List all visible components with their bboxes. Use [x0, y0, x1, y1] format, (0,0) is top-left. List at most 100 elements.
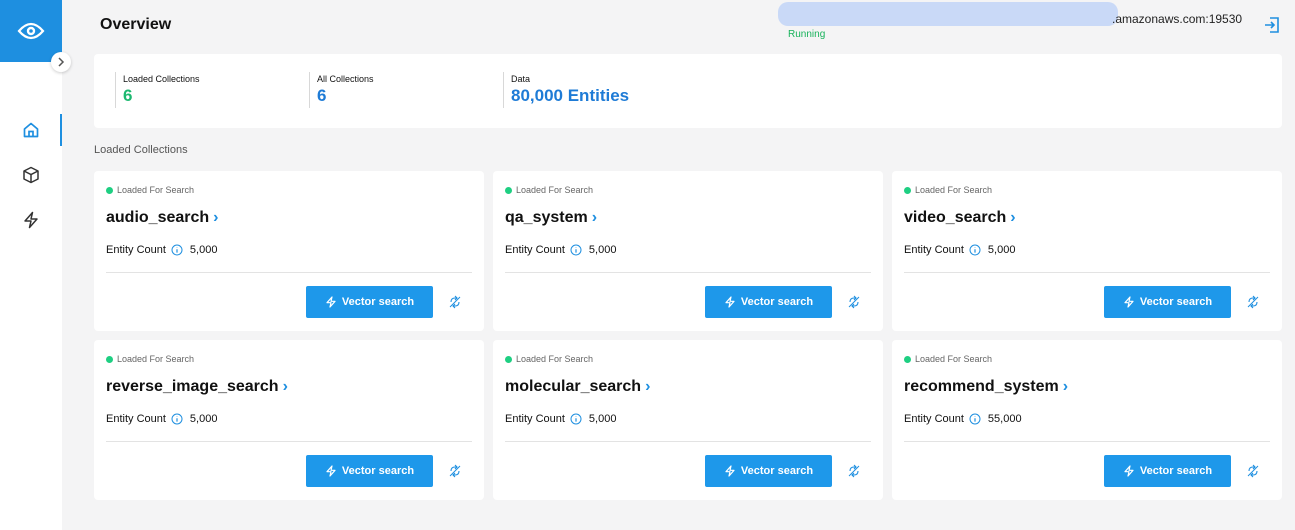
- status-dot: [505, 355, 512, 363]
- page-title: Overview: [100, 16, 172, 33]
- logo[interactable]: [0, 0, 62, 62]
- lightning-icon: [725, 465, 735, 477]
- info-icon[interactable]: [171, 413, 183, 425]
- collection-card: Loaded For Search video_search › Entity C…: [892, 171, 1282, 331]
- logout-icon: [1265, 17, 1279, 33]
- release-icon[interactable]: [847, 464, 861, 478]
- lightning-icon: [326, 465, 336, 477]
- collection-status: Loaded For Search: [904, 185, 992, 195]
- collection-status: Loaded For Search: [106, 354, 194, 364]
- lightning-icon: [326, 296, 336, 308]
- sidebar-item-collections[interactable]: [0, 159, 62, 191]
- chevron-right-icon: ›: [591, 209, 598, 226]
- sidebar-item-overview[interactable]: [0, 114, 62, 146]
- release-icon[interactable]: [1246, 295, 1260, 309]
- entity-count-value: 5,000: [189, 413, 218, 425]
- collection-card: Loaded For Search recommend_system › Enti…: [892, 340, 1282, 500]
- stat-data: Data 80,000 Entities: [503, 72, 629, 108]
- divider: [904, 272, 1270, 273]
- entity-count-label: Entity Count: [904, 413, 964, 425]
- chevron-right-icon: ›: [282, 378, 288, 395]
- sidebar-item-search[interactable]: [0, 204, 62, 236]
- stat-value: 80,000 Entities: [511, 86, 630, 105]
- release-icon[interactable]: [1246, 464, 1260, 478]
- status-label: Loaded For Search: [117, 354, 195, 364]
- status-label: Loaded For Search: [915, 354, 993, 364]
- info-icon[interactable]: [171, 244, 183, 256]
- entity-count-row: Entity Count 5,000: [106, 413, 217, 425]
- release-icon[interactable]: [448, 295, 462, 309]
- entity-count-label: Entity Count: [505, 413, 565, 425]
- collection-name: audio_search: [106, 209, 210, 226]
- section-label: Loaded Collections: [94, 144, 188, 156]
- release-icon[interactable]: [847, 295, 861, 309]
- vector-search-button[interactable]: Vector search: [1104, 455, 1231, 487]
- entity-count-label: Entity Count: [106, 244, 166, 256]
- entity-count-value: 5,000: [588, 244, 617, 256]
- overview-stats-card: Loaded Collections 6 All Collections 6 D…: [94, 54, 1282, 128]
- status-label: Loaded For Search: [516, 185, 594, 195]
- status-label: Loaded For Search: [915, 185, 993, 195]
- vector-search-button[interactable]: Vector search: [705, 455, 832, 487]
- status-label: Loaded For Search: [516, 354, 594, 364]
- stat-label: Loaded Collections: [123, 74, 200, 84]
- stat-label: Data: [511, 74, 531, 84]
- divider: [505, 441, 871, 442]
- chevron-right-icon: ›: [645, 378, 651, 395]
- vector-search-button[interactable]: Vector search: [306, 455, 433, 487]
- vector-search-button[interactable]: Vector search: [306, 286, 433, 318]
- vector-search-label: Vector search: [740, 296, 814, 308]
- status-label: Loaded For Search: [117, 185, 195, 195]
- host-address: .amazonaws.com:19530: [1112, 12, 1243, 26]
- stat-label: All Collections: [317, 74, 374, 84]
- collection-status: Loaded For Search: [505, 354, 593, 364]
- status-dot: [505, 186, 512, 194]
- lightning-icon: [1124, 465, 1134, 477]
- collection-status: Loaded For Search: [106, 185, 194, 195]
- entity-count-label: Entity Count: [904, 244, 964, 256]
- collection-status: Loaded For Search: [904, 354, 992, 364]
- collection-name-link[interactable]: video_search ›: [904, 209, 1016, 227]
- info-icon[interactable]: [969, 244, 981, 256]
- status-dot: [904, 186, 911, 194]
- entity-count-value: 5,000: [987, 244, 1016, 256]
- sidebar-toggle-button[interactable]: [51, 52, 71, 72]
- status-dot: [904, 355, 911, 363]
- entity-count-row: Entity Count 5,000: [505, 413, 616, 425]
- info-icon[interactable]: [570, 244, 582, 256]
- entity-count-value: 5,000: [588, 413, 617, 425]
- collection-name: qa_system: [505, 209, 588, 226]
- stat-value: 6: [317, 86, 327, 105]
- collection-name: recommend_system: [904, 378, 1059, 395]
- collection-card: Loaded For Search molecular_search › Enti…: [493, 340, 883, 500]
- chevron-right-icon: ›: [1062, 378, 1069, 395]
- collection-card: Loaded For Search audio_search › Entity C…: [94, 171, 484, 331]
- divider: [106, 272, 472, 273]
- lightning-icon: [725, 296, 735, 308]
- info-icon[interactable]: [969, 413, 981, 425]
- collection-name-link[interactable]: audio_search ›: [106, 209, 218, 227]
- logout-button[interactable]: [1263, 16, 1281, 34]
- collection-name-link[interactable]: molecular_search ›: [505, 378, 650, 396]
- entity-count-label: Entity Count: [106, 413, 166, 425]
- vector-search-button[interactable]: Vector search: [1104, 286, 1231, 318]
- entity-count-value: 55,000: [987, 413, 1022, 425]
- collection-name: molecular_search: [505, 378, 642, 395]
- collection-name-link[interactable]: reverse_image_search ›: [106, 378, 288, 396]
- collection-name-link[interactable]: recommend_system ›: [904, 378, 1068, 396]
- home-icon: [23, 122, 39, 138]
- lightning-icon: [1124, 296, 1134, 308]
- sidebar: [0, 0, 71, 530]
- release-icon[interactable]: [448, 464, 462, 478]
- entity-count-label: Entity Count: [505, 244, 565, 256]
- vector-search-button[interactable]: Vector search: [705, 286, 832, 318]
- status-dot: [106, 186, 113, 194]
- collection-name-link[interactable]: qa_system ›: [505, 209, 597, 227]
- info-icon[interactable]: [570, 413, 582, 425]
- connection-status: Running: [788, 29, 826, 40]
- chevron-right-icon: [58, 57, 65, 67]
- stat-value: 6: [123, 86, 133, 105]
- lightning-icon: [24, 211, 38, 229]
- cube-icon: [23, 166, 39, 184]
- stat-loaded-collections: Loaded Collections 6: [115, 72, 200, 108]
